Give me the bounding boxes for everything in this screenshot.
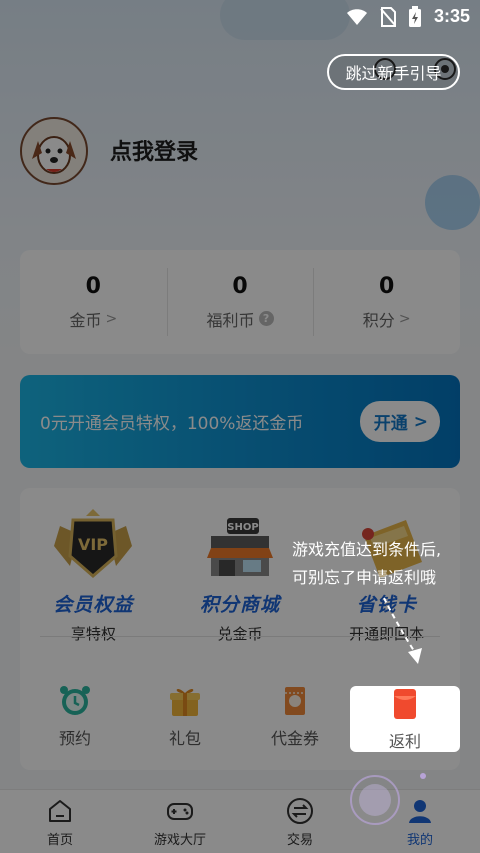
status-bar: 3:35 (0, 0, 480, 33)
red-envelope-icon (394, 689, 416, 719)
quick-label: 返利 (388, 732, 421, 751)
battery-charging-icon (408, 5, 422, 28)
quick-rebate[interactable]: 返利 (350, 686, 460, 752)
no-sim-icon (380, 6, 396, 27)
guide-tip-line: 可别忘了申请返利哦 (292, 568, 437, 587)
clock: 3:35 (433, 6, 470, 26)
dashed-arrow-icon (383, 597, 422, 664)
wifi-icon (346, 8, 368, 26)
guide-tip: 游戏充值达到条件后, 可别忘了申请返利哦 (292, 536, 441, 592)
skip-guide-button[interactable]: 跳过新手引导 (327, 54, 460, 90)
watermark-logo (350, 773, 426, 825)
guide-tip-line: 游戏充值达到条件后, (292, 540, 442, 559)
